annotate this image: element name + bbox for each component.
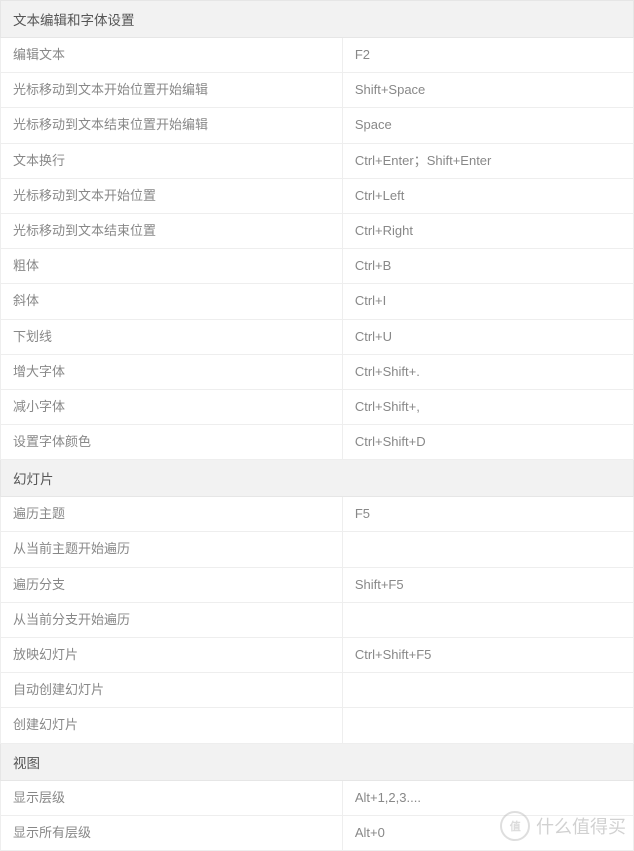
section-title: 视图 xyxy=(1,743,634,780)
shortcut-cell xyxy=(342,602,633,637)
table-row: 创建幻灯片 xyxy=(1,708,634,743)
table-row: 放映幻灯片Ctrl+Shift+F5 xyxy=(1,638,634,673)
shortcut-cell: Ctrl+Shift+, xyxy=(342,389,633,424)
section-header: 幻灯片 xyxy=(1,460,634,497)
section-header: 视图 xyxy=(1,743,634,780)
action-cell: 文本换行 xyxy=(1,143,343,178)
action-cell: 增大字体 xyxy=(1,354,343,389)
shortcut-cell: Ctrl+Shift+. xyxy=(342,354,633,389)
section-header: 文本编辑和字体设置 xyxy=(1,1,634,38)
shortcut-cell: Ctrl+Left xyxy=(342,178,633,213)
table-row: 光标移动到文本开始位置Ctrl+Left xyxy=(1,178,634,213)
shortcut-cell: Alt+1,2,3.... xyxy=(342,780,633,815)
table-row: 遍历主题F5 xyxy=(1,497,634,532)
shortcuts-table: 文本编辑和字体设置编辑文本F2光标移动到文本开始位置开始编辑Shift+Spac… xyxy=(0,0,634,851)
table-row: 斜体Ctrl+I xyxy=(1,284,634,319)
shortcut-cell xyxy=(342,532,633,567)
shortcut-cell: Ctrl+Right xyxy=(342,213,633,248)
section-title: 幻灯片 xyxy=(1,460,634,497)
action-cell: 光标移动到文本开始位置 xyxy=(1,178,343,213)
action-cell: 从当前分支开始遍历 xyxy=(1,602,343,637)
action-cell: 创建幻灯片 xyxy=(1,708,343,743)
table-row: 下划线Ctrl+U xyxy=(1,319,634,354)
action-cell: 放映幻灯片 xyxy=(1,638,343,673)
section-title: 文本编辑和字体设置 xyxy=(1,1,634,38)
action-cell: 自动创建幻灯片 xyxy=(1,673,343,708)
shortcut-cell xyxy=(342,673,633,708)
shortcut-cell: Shift+Space xyxy=(342,73,633,108)
shortcut-cell: Ctrl+B xyxy=(342,249,633,284)
action-cell: 从当前主题开始遍历 xyxy=(1,532,343,567)
shortcut-cell: F2 xyxy=(342,38,633,73)
table-row: 文本换行Ctrl+Enter；Shift+Enter xyxy=(1,143,634,178)
action-cell: 光标移动到文本结束位置开始编辑 xyxy=(1,108,343,143)
shortcut-cell: Ctrl+U xyxy=(342,319,633,354)
action-cell: 遍历主题 xyxy=(1,497,343,532)
shortcut-cell: Space xyxy=(342,108,633,143)
table-row: 减小字体Ctrl+Shift+, xyxy=(1,389,634,424)
table-row: 编辑文本F2 xyxy=(1,38,634,73)
table-row: 增大字体Ctrl+Shift+. xyxy=(1,354,634,389)
table-row: 光标移动到文本结束位置开始编辑Space xyxy=(1,108,634,143)
shortcut-cell: Ctrl+I xyxy=(342,284,633,319)
shortcut-cell: Ctrl+Enter；Shift+Enter xyxy=(342,143,633,178)
action-cell: 遍历分支 xyxy=(1,567,343,602)
action-cell: 斜体 xyxy=(1,284,343,319)
action-cell: 编辑文本 xyxy=(1,38,343,73)
action-cell: 光标移动到文本开始位置开始编辑 xyxy=(1,73,343,108)
shortcut-cell: F5 xyxy=(342,497,633,532)
shortcut-cell: Ctrl+Shift+F5 xyxy=(342,638,633,673)
action-cell: 显示层级 xyxy=(1,780,343,815)
action-cell: 显示所有层级 xyxy=(1,815,343,850)
action-cell: 减小字体 xyxy=(1,389,343,424)
action-cell: 下划线 xyxy=(1,319,343,354)
table-row: 设置字体颜色Ctrl+Shift+D xyxy=(1,425,634,460)
table-row: 光标移动到文本开始位置开始编辑Shift+Space xyxy=(1,73,634,108)
shortcut-cell: Ctrl+Shift+D xyxy=(342,425,633,460)
action-cell: 光标移动到文本结束位置 xyxy=(1,213,343,248)
shortcut-cell: Shift+F5 xyxy=(342,567,633,602)
action-cell: 设置字体颜色 xyxy=(1,425,343,460)
table-row: 粗体Ctrl+B xyxy=(1,249,634,284)
shortcut-cell xyxy=(342,708,633,743)
shortcut-cell: Alt+0 xyxy=(342,815,633,850)
action-cell: 粗体 xyxy=(1,249,343,284)
table-row: 遍历分支Shift+F5 xyxy=(1,567,634,602)
table-row: 从当前分支开始遍历 xyxy=(1,602,634,637)
table-row: 光标移动到文本结束位置Ctrl+Right xyxy=(1,213,634,248)
table-row: 显示层级Alt+1,2,3.... xyxy=(1,780,634,815)
table-row: 显示所有层级Alt+0 xyxy=(1,815,634,850)
table-row: 自动创建幻灯片 xyxy=(1,673,634,708)
table-row: 从当前主题开始遍历 xyxy=(1,532,634,567)
